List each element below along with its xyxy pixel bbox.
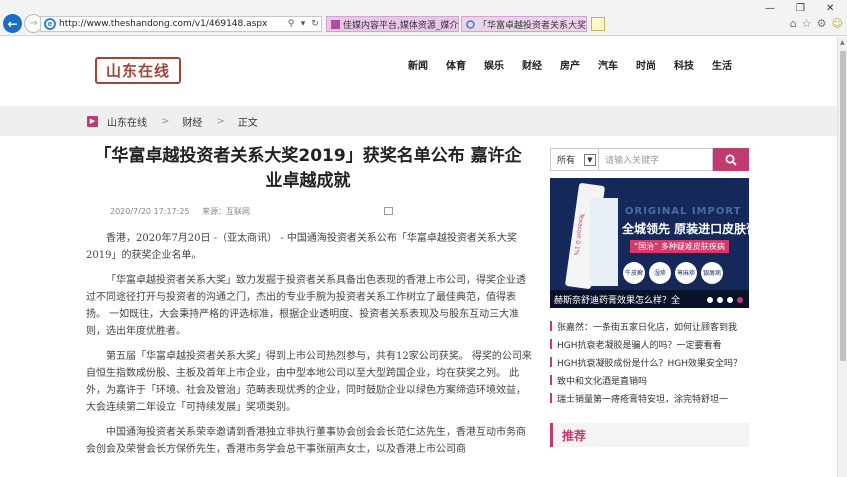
nav-entertainment[interactable]: 娱乐 [484,57,504,72]
breadcrumb-home[interactable]: 山东在线 [107,114,147,129]
banner-headline: 全城领先 原装进口皮肤膏 [622,222,749,236]
nav-fashion[interactable]: 时尚 [636,57,656,72]
tab-favicon-icon [331,19,340,29]
image-icon[interactable] [384,207,393,215]
nav-realestate[interactable]: 房产 [560,57,580,72]
ie-icon: e [44,18,56,30]
carousel-dot[interactable] [727,297,733,303]
ad-banner[interactable]: Texacort 0.1% ORIGINAL IMPORT 全城领先 原装进口皮… [550,178,749,308]
close-window-icon[interactable]: ✕ [826,3,834,14]
news-list: 张嘉然：一条街五家日化店，如何让顾客到我 HGH抗衰老凝胶是骗人的吗？一定要看看… [550,317,749,407]
article-paragraph: 第五届「华富卓越投资者关系大奖」得到上市公司热烈参与，共有12家公司获奖。 得奖… [86,351,532,413]
breadcrumb-separator: > [216,115,225,127]
nav-sports[interactable]: 体育 [446,57,466,72]
sidebar: 所有 ▼ 请输入关键字 Texacort 0.1% ORIGINAL IMPOR… [550,148,749,447]
search-box: 所有 ▼ 请输入关键字 [550,148,749,171]
site-header: 山东在线 新闻 体育 娱乐 财经 房产 汽车 时尚 科技 生活 [0,37,837,105]
banner-badge: 银屑病 [701,262,723,284]
article-source: 来源：互联网 [202,207,251,216]
list-item[interactable]: 瑞士销量第一痔疮膏特安坦，涂完特舒坦一 [550,389,749,407]
back-icon[interactable]: ← [3,14,22,33]
list-item[interactable]: HGH抗衰老凝胶是骗人的吗？一定要看看 [550,335,749,353]
tab-media-platform[interactable]: 佳媒内容平台,媒体资源_媒介资... [326,16,459,32]
search-scope-select[interactable]: 所有 ▼ [550,148,599,171]
carousel-dot[interactable] [707,297,713,303]
breadcrumb-separator: > [161,115,170,127]
home-icon[interactable]: ⌂ [790,17,797,30]
smiley-icon[interactable]: ☺ [832,17,843,30]
recommend-heading: 推荐 [550,423,749,447]
address-bar[interactable]: e http://www.theshandong.com/v1/469148.a… [40,16,322,32]
main-nav: 新闻 体育 娱乐 财经 房产 汽车 时尚 科技 生活 [408,57,732,72]
vertical-scrollbar[interactable]: ▲ [837,37,847,477]
banner-badge: 牛皮癣 [623,262,645,284]
breadcrumb-arrow-icon: ▶ [87,115,98,127]
nav-life[interactable]: 生活 [712,57,732,72]
url-text[interactable]: http://www.theshandong.com/v1/469148.asp… [59,19,285,29]
banner-badge: 荨麻疹 [675,262,697,284]
article: 「华富卓越投资者关系大奖2019」获奖名单公布 嘉许企业卓越成就 2020/7/… [80,144,536,458]
breadcrumb-current: 正文 [237,117,258,129]
banner-watermark: ORIGINAL IMPORT [625,206,742,217]
nav-news[interactable]: 新闻 [408,57,428,72]
carousel-dots [707,297,743,303]
nav-tech[interactable]: 科技 [674,57,694,72]
chevron-down-icon: ▼ [584,154,596,166]
site-logo[interactable]: 山东在线 [95,57,181,84]
article-paragraph: 香港，2020年7月20日 -（亚太商讯） - 中国通海投资者关系公布「华富卓越… [86,233,517,261]
carousel-dot[interactable] [717,297,723,303]
article-date: 2020/7/20 17:17:25 [110,207,190,216]
gear-icon[interactable]: ⚙ [817,17,827,30]
banner-badge: 湿疹 [649,262,671,284]
nav-auto[interactable]: 汽车 [598,57,618,72]
dropdown-icon[interactable]: ▾ [297,19,309,29]
breadcrumb: ▶ 山东在线 > 财经 > 正文 [0,106,837,136]
minimize-icon[interactable]: — [765,3,775,14]
search-input[interactable]: 请输入关键字 [599,148,713,171]
scrollbar-thumb[interactable] [840,51,846,361]
star-icon[interactable]: ☆ [802,17,812,30]
restore-icon[interactable]: ❐ [796,3,805,14]
list-item[interactable]: HGH抗衰凝胶成份是什么？HGH效果安全吗？ [550,353,749,371]
breadcrumb-finance[interactable]: 财经 [182,114,202,129]
product-box-image [590,198,618,286]
browser-chrome: ← → e http://www.theshandong.com/v1/4691… [0,0,847,36]
list-item[interactable]: 张嘉然：一条街五家日化店，如何让顾客到我 [550,317,749,335]
article-paragraph: 中国通海投资者关系荣幸邀请到香港独立非执行董事协会创会会长范仁达先生，香港互动市… [86,427,526,455]
article-paragraph: 「华富卓越投资者关系大奖」致力发掘于投资者关系具备出色表现的香港上市公司，得奖企… [86,275,526,337]
banner-subline: “国治” 多种疑难皮肤疾病 [630,240,729,253]
search-button[interactable] [713,148,749,171]
tab-ie-icon [466,19,475,29]
tab-article[interactable]: 「华富卓越投资者关系大奖2... × [461,16,587,32]
search-icon[interactable]: ⚲ [285,19,297,29]
article-meta: 2020/7/20 17:17:25 来源：互联网 [80,206,536,220]
list-item[interactable]: 致中和文化酒是直销吗 [550,371,749,389]
new-tab-button[interactable] [591,17,605,31]
carousel-dot-active[interactable] [737,297,743,303]
scroll-up-icon[interactable]: ▲ [840,39,845,46]
search-icon [725,154,737,166]
article-title: 「华富卓越投资者关系大奖2019」获奖名单公布 嘉许企业卓越成就 [94,146,522,191]
refresh-icon[interactable]: ↻ [309,19,321,29]
nav-finance[interactable]: 财经 [522,57,542,72]
